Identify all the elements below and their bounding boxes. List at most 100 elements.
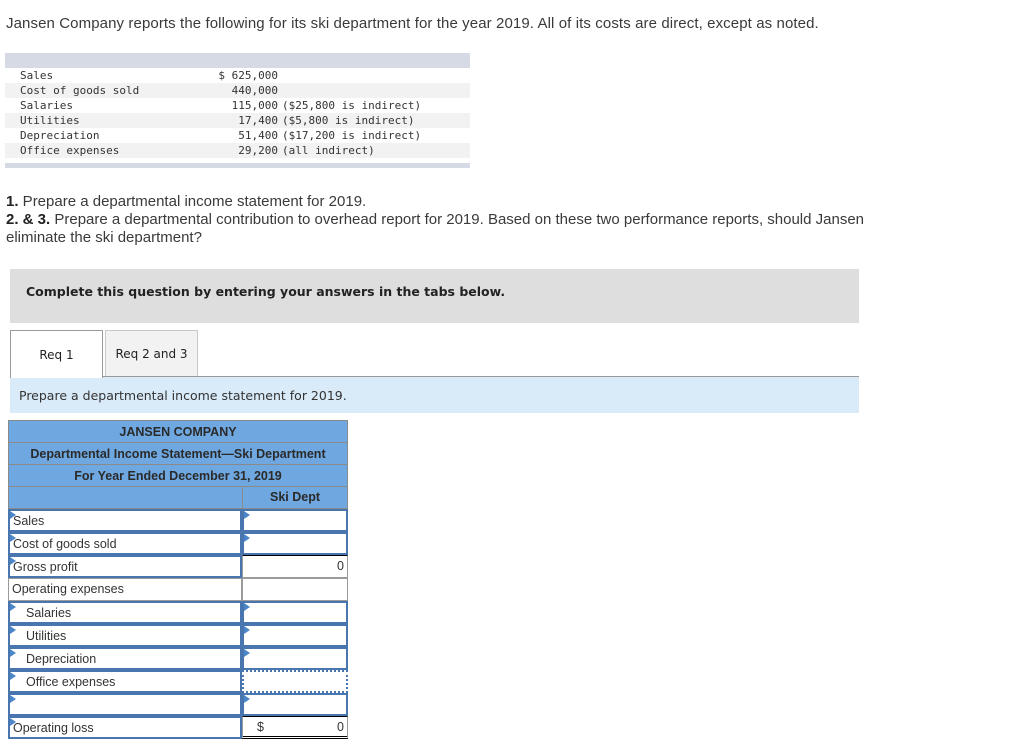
table-bottom-band: [5, 163, 470, 168]
given-label: Sales: [20, 69, 54, 82]
given-amount: 440,000: [231, 84, 278, 97]
question-list: 1. Prepare a departmental income stateme…: [6, 193, 926, 247]
given-label: Office expenses: [20, 144, 120, 157]
row-label-input[interactable]: [8, 693, 242, 716]
panel-text: Complete this question by entering your …: [26, 284, 506, 299]
dropdown-flag-icon: [10, 534, 16, 542]
computed-amount: 0: [242, 555, 348, 578]
blank-amount: [242, 578, 348, 601]
amount-input[interactable]: [242, 532, 348, 555]
dropdown-flag-icon: [244, 511, 250, 519]
given-label: Depreciation: [20, 129, 100, 142]
row-label-input[interactable]: Depreciation: [8, 647, 242, 670]
given-note: [278, 68, 282, 83]
dropdown-flag-icon: [10, 695, 16, 703]
given-row: Office expenses 29,200 (all indirect): [5, 143, 470, 158]
dropdown-flag-icon: [244, 534, 250, 542]
given-row: Salaries 115,000 ($25,800 is indirect): [5, 98, 470, 113]
amount-input[interactable]: [242, 624, 348, 647]
dropdown-flag-icon: [10, 603, 16, 611]
statement-row: Operating expenses: [8, 578, 348, 601]
instruction-panel: Complete this question by entering your …: [10, 269, 859, 323]
dropdown-flag-icon: [244, 649, 250, 657]
column-header-ski-dept: Ski Dept: [269, 490, 320, 504]
given-row: Utilities 17,400 ($5,800 is indirect): [5, 113, 470, 128]
statement-row: Depreciation: [8, 647, 348, 670]
row-label: Depreciation: [26, 652, 97, 666]
given-amount: 17,400: [238, 114, 278, 127]
given-label: Cost of goods sold: [20, 84, 140, 97]
column-header-row: Ski Dept: [8, 486, 348, 509]
given-amount: 29,200: [238, 144, 278, 157]
given-note: ($17,200 is indirect): [282, 129, 422, 142]
given-row: Depreciation 51,400 ($17,200 is indirect…: [5, 128, 470, 143]
statement-title: Departmental Income Statement—Ski Depart…: [8, 442, 348, 464]
given-note: ($25,800 is indirect): [282, 99, 422, 112]
currency-symbol: $: [257, 720, 264, 734]
amount-input[interactable]: [242, 509, 348, 532]
statement-row: Office expenses: [8, 670, 348, 693]
amount-value: 0: [337, 559, 344, 573]
row-label: Sales: [13, 514, 45, 528]
row-label-input[interactable]: Sales: [8, 509, 242, 532]
row-label: Salaries: [26, 606, 72, 620]
given-row: Sales $ 625,000: [5, 68, 470, 83]
row-label-input[interactable]: Office expenses: [8, 670, 242, 693]
row-label: Operating expenses: [12, 582, 124, 596]
total-amount: $0: [242, 716, 348, 739]
dropdown-flag-icon: [244, 626, 250, 634]
given-row: Cost of goods sold 440,000: [5, 83, 470, 98]
statement-row: Salaries: [8, 601, 348, 624]
statement-period: For Year Ended December 31, 2019: [8, 464, 348, 486]
question-2-3: 2. & 3. Prepare a departmental contribut…: [6, 211, 926, 247]
row-label-input[interactable]: Cost of goods sold: [8, 532, 242, 555]
amount-input[interactable]: [242, 601, 348, 624]
blank-header-cell: [9, 487, 243, 508]
given-amount: 51,400: [238, 129, 278, 142]
row-label: Operating loss: [13, 721, 94, 735]
amount-value: 0: [337, 720, 344, 734]
question-number: 2. & 3.: [6, 211, 51, 228]
requirement-instruction: Prepare a departmental income statement …: [10, 377, 859, 413]
row-label: Office expenses: [26, 675, 116, 689]
statement-row: Cost of goods sold: [8, 532, 348, 555]
tab-req-1[interactable]: Req 1: [10, 330, 103, 378]
statement-row: Sales: [8, 509, 348, 532]
amount-input[interactable]: [242, 693, 348, 716]
statement-row: Operating loss $0: [8, 716, 348, 739]
row-label-static: Operating expenses: [8, 578, 242, 601]
dropdown-flag-icon: [10, 649, 16, 657]
given-amount: 115,000: [231, 99, 278, 112]
instruction-text: Prepare a departmental income statement …: [19, 388, 347, 403]
dropdown-flag-icon: [10, 626, 16, 634]
row-label-input[interactable]: Gross profit: [8, 555, 242, 578]
dropdown-flag-icon: [244, 695, 250, 703]
question-1: 1. Prepare a departmental income stateme…: [6, 193, 926, 211]
given-note: ($5,800 is indirect): [282, 114, 415, 127]
row-label-input[interactable]: Operating loss: [8, 716, 242, 739]
amount-input[interactable]: [242, 647, 348, 670]
problem-intro: Jansen Company reports the following for…: [6, 15, 819, 32]
question-text: Prepare a departmental contribution to o…: [6, 211, 865, 246]
given-data-table: Sales $ 625,000 Cost of goods sold 440,0…: [5, 53, 470, 168]
tab-req-2-and-3[interactable]: Req 2 and 3: [105, 330, 198, 377]
row-label-input[interactable]: Salaries: [8, 601, 242, 624]
statement-row: [8, 693, 348, 716]
statement-row: Gross profit 0: [8, 555, 348, 578]
income-statement: JANSEN COMPANY Departmental Income State…: [8, 420, 348, 739]
table-top-band: [5, 53, 470, 68]
dropdown-flag-icon: [10, 557, 16, 565]
dropdown-flag-icon: [244, 603, 250, 611]
row-label: Gross profit: [13, 560, 78, 574]
row-label: Cost of goods sold: [13, 537, 117, 551]
row-label-input[interactable]: Utilities: [8, 624, 242, 647]
question-number: 1.: [6, 193, 19, 210]
given-note: (all indirect): [282, 144, 375, 157]
dropdown-flag-icon: [10, 511, 16, 519]
dropdown-flag-icon: [10, 718, 16, 726]
given-label: Salaries: [20, 99, 73, 112]
amount-input-focused[interactable]: [242, 670, 348, 693]
given-note: [278, 83, 282, 98]
question-text: Prepare a departmental income statement …: [18, 193, 367, 210]
given-amount: $ 625,000: [218, 69, 278, 82]
